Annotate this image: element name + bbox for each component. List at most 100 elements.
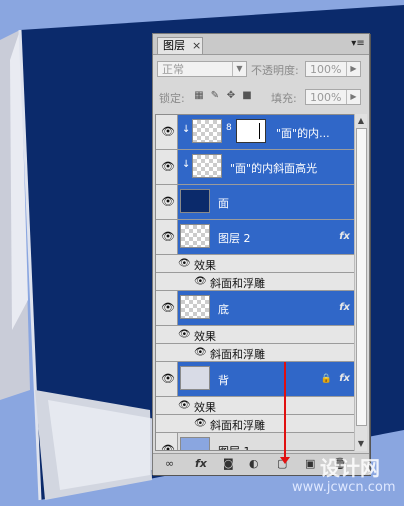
fx-icon[interactable]: fx [339,231,350,242]
layer-name: "面"的内斜面高光 [230,162,318,175]
layers-scrollbar[interactable]: ▲ ▼ [354,114,367,451]
layer-thumbnail [192,119,222,143]
layer-body[interactable]: 背 🔒 fx [178,362,354,396]
layer-row[interactable]: 👁 底 fx [156,291,354,326]
eye-icon[interactable]: 👁 [178,400,191,411]
layer-row[interactable]: 👁 图层 2 fx [156,220,354,255]
layers-list: 👁 ↓ 8 "面"的内... 👁 ↓ "面"的内斜面高光 👁 面 👁 图层 2 … [155,114,355,451]
tab-layers[interactable]: 图层 × [157,37,203,54]
layer-row[interactable]: 👁 背 🔒 fx [156,362,354,397]
visibility-toggle[interactable]: 👁 [156,150,178,184]
fill-field[interactable]: 100% ▶ [305,89,361,105]
effect-label: 斜面和浮雕 [210,348,265,361]
watermark-brand: 设计网 [320,456,380,480]
lock-transparency-icon[interactable]: ▦ [193,90,205,101]
visibility-toggle[interactable]: 👁 [156,220,178,254]
layer-mask-thumbnail[interactable] [236,119,266,143]
layers-panel: 图层 × ▾≡ 正常 ▼ 不透明度: 100% ▶ 锁定: ▦ ✎ ✥ ■ 填充… [152,33,370,475]
close-icon[interactable]: × [192,38,201,54]
effect-row[interactable]: 👁 斜面和浮雕 [156,415,354,433]
opacity-label: 不透明度: [251,64,299,77]
scroll-down-icon[interactable]: ▼ [355,438,367,450]
scroll-up-icon[interactable]: ▲ [355,115,367,127]
layer-thumbnail [192,154,222,178]
fill-label: 填充: [271,92,297,105]
fx-icon[interactable]: fx [339,302,350,313]
layer-body[interactable]: 图层 1 [178,433,354,450]
blend-mode-value: 正常 [162,63,184,76]
chain-icon[interactable]: 8 [226,123,232,133]
eye-icon: 👁 [161,443,175,451]
visibility-toggle[interactable]: 👁 [156,115,178,149]
eye-icon[interactable]: 👁 [178,258,191,269]
chevron-down-icon: ▼ [232,62,246,76]
effect-label: 斜面和浮雕 [210,419,265,432]
eye-icon[interactable]: 👁 [178,329,191,340]
panel-menu-icon[interactable]: ▾≡ [351,38,365,50]
eye-icon[interactable]: 👁 [194,418,207,429]
annotation-arrow [280,362,290,464]
lock-icon: 🔒 [320,374,332,384]
layer-body[interactable]: ↓ "面"的内斜面高光 [178,150,354,184]
layer-row[interactable]: 👁 ↓ "面"的内斜面高光 [156,150,354,185]
effects-row[interactable]: 👁 效果 [156,255,354,273]
layer-name: 图层 1 [218,443,251,450]
layer-body[interactable]: 面 [178,185,354,219]
fx-icon[interactable]: fx [339,373,350,384]
adjustment-icon[interactable]: ◐ [249,457,259,470]
layer-thumbnail [180,366,210,390]
layer-name: 背 [218,374,229,387]
fill-value: 100% [310,91,342,104]
layer-name: 面 [218,197,229,210]
layer-row[interactable]: 👁 ↓ 8 "面"的内... [156,115,354,150]
opacity-field[interactable]: 100% ▶ [305,61,361,77]
visibility-toggle[interactable]: 👁 [156,291,178,325]
effects-row[interactable]: 👁 效果 [156,397,354,415]
watermark-url: www.jcwcn.com [292,480,396,495]
clip-arrow-icon: ↓ [182,159,191,170]
effects-label: 效果 [194,401,216,414]
eye-icon: 👁 [161,125,175,138]
fx-icon[interactable]: fx [195,457,207,470]
chevron-right-icon: ▶ [346,62,360,76]
eye-icon[interactable]: 👁 [194,276,207,287]
lock-position-icon[interactable]: ✥ [225,90,237,101]
lock-label: 锁定: [159,92,185,105]
lock-image-icon[interactable]: ✎ [209,90,221,101]
eye-icon: 👁 [161,301,175,314]
effect-row[interactable]: 👁 斜面和浮雕 [156,344,354,362]
scroll-thumb[interactable] [356,128,367,426]
effect-row[interactable]: 👁 斜面和浮雕 [156,273,354,291]
eye-icon: 👁 [161,230,175,243]
layer-body[interactable]: 底 fx [178,291,354,325]
layer-row[interactable]: 👁 图层 1 [156,433,354,451]
effects-label: 效果 [194,330,216,343]
mask-line [259,123,260,139]
new-layer-icon[interactable]: ▣ [305,457,315,470]
link-icon[interactable]: ∞ [165,457,174,470]
layer-name: "面"的内... [276,127,330,140]
tab-layers-label: 图层 [163,39,185,52]
blend-mode-select[interactable]: 正常 ▼ [157,61,247,77]
effects-label: 效果 [194,259,216,272]
visibility-toggle[interactable]: 👁 [156,185,178,219]
effects-row[interactable]: 👁 效果 [156,326,354,344]
visibility-toggle[interactable]: 👁 [156,433,178,451]
eye-icon: 👁 [161,160,175,173]
mask-icon[interactable]: ◙ [223,457,234,470]
layer-thumbnail [180,437,210,450]
layer-name: 底 [218,303,229,316]
eye-icon: 👁 [161,372,175,385]
chevron-right-icon: ▶ [346,90,360,104]
layer-thumbnail [180,224,210,248]
blend-row: 正常 ▼ 不透明度: 100% ▶ [153,57,369,81]
layer-thumbnail [180,295,210,319]
lock-row: 锁定: ▦ ✎ ✥ ■ 填充: 100% ▶ [153,85,369,109]
lock-all-icon[interactable]: ■ [241,90,253,101]
eye-icon[interactable]: 👁 [194,347,207,358]
clip-arrow-icon: ↓ [182,124,191,135]
layer-body[interactable]: ↓ 8 "面"的内... [178,115,354,149]
layer-row[interactable]: 👁 面 [156,185,354,220]
visibility-toggle[interactable]: 👁 [156,362,178,396]
layer-body[interactable]: 图层 2 fx [178,220,354,254]
